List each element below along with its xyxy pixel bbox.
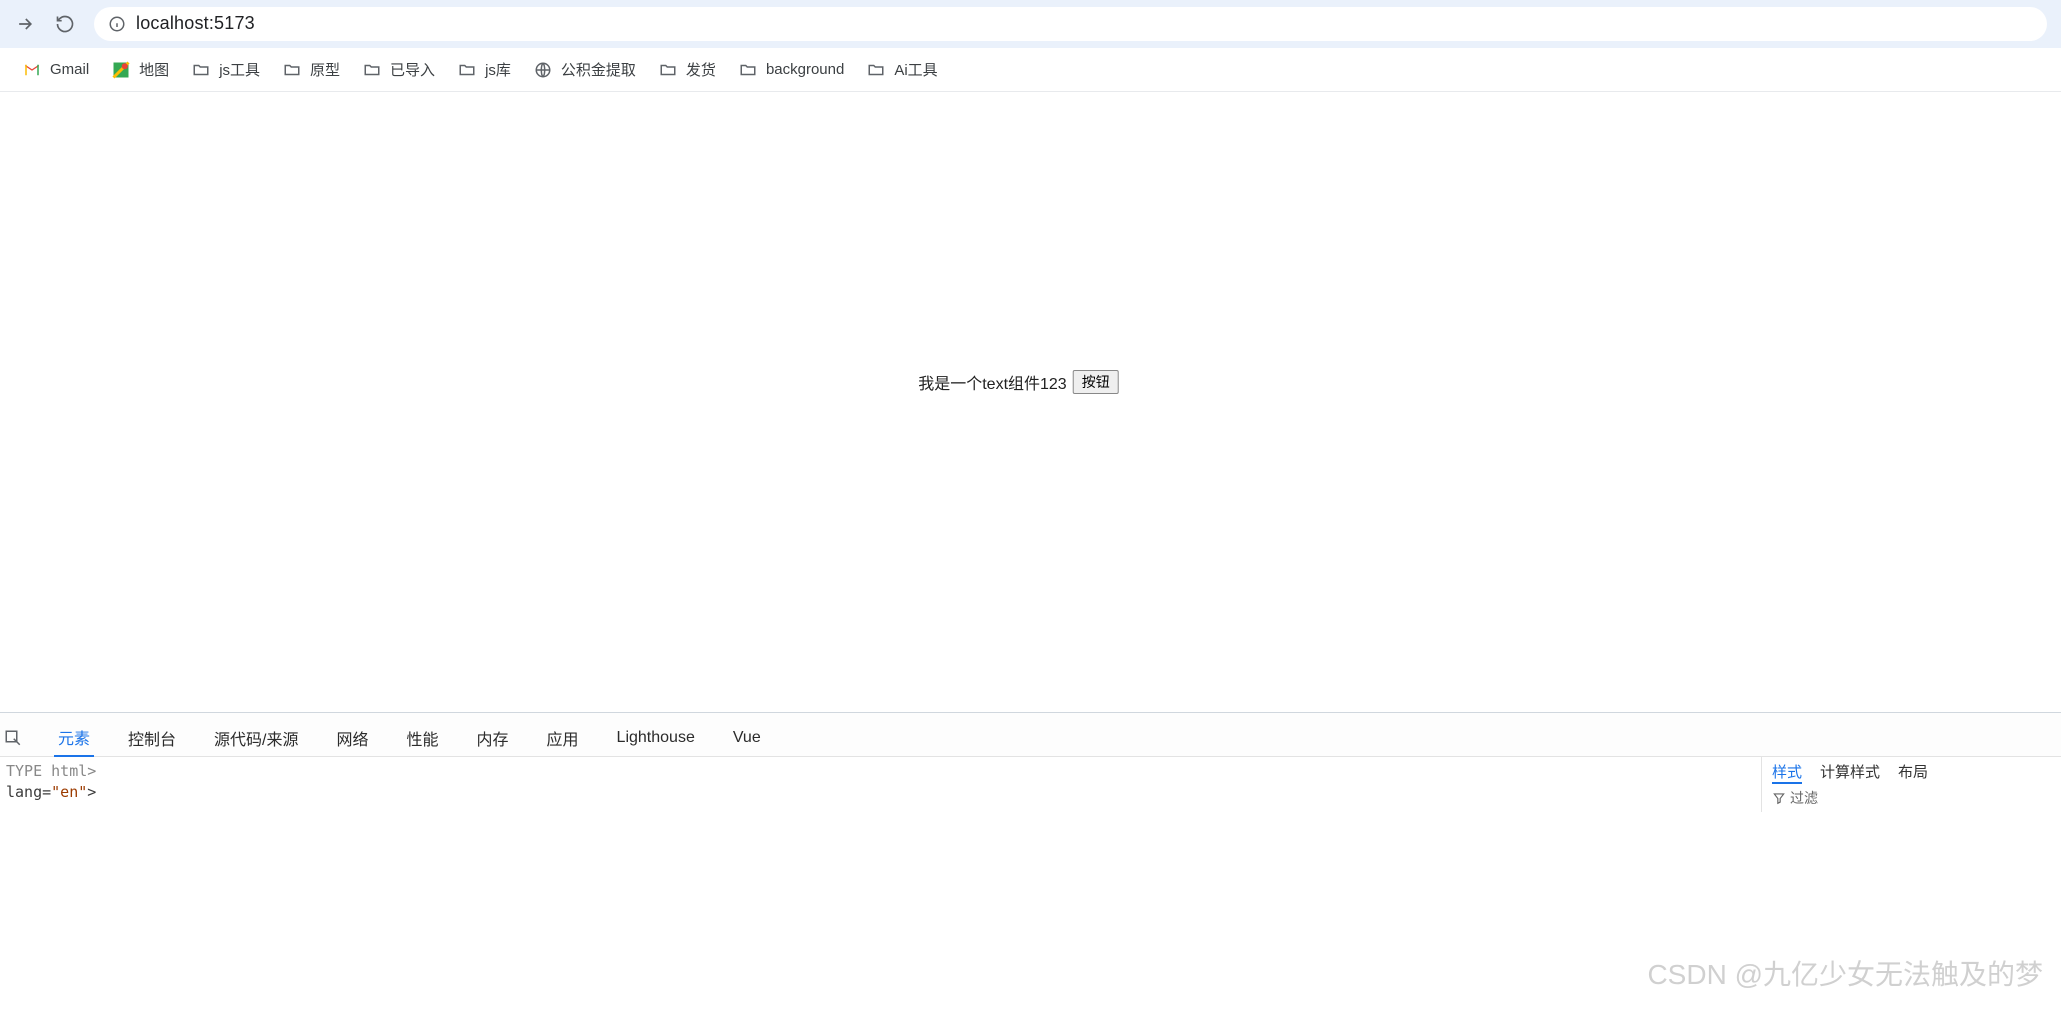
text-component: 我是一个text组件123: [918, 370, 1067, 394]
browser-nav-bar: localhost:5173: [0, 0, 2061, 48]
folder-icon: [191, 60, 211, 80]
styles-tab-styles[interactable]: 样式: [1772, 761, 1802, 784]
bookmark-shipping[interactable]: 发货: [658, 59, 716, 80]
bookmark-ai-tools[interactable]: Ai工具: [866, 59, 937, 80]
styles-tab-layout[interactable]: 布局: [1898, 761, 1928, 784]
devtools-tabs: 元素 控制台 源代码/来源 网络 性能 内存 应用 Lighthouse Vue: [0, 712, 2061, 756]
folder-icon: [457, 60, 477, 80]
tab-lighthouse[interactable]: Lighthouse: [613, 723, 699, 753]
bookmark-label: Gmail: [50, 61, 89, 78]
bookmark-label: 发货: [686, 59, 716, 80]
bookmark-gmail[interactable]: Gmail: [22, 60, 89, 80]
tab-sources[interactable]: 源代码/来源: [210, 720, 302, 756]
bookmark-label: Ai工具: [894, 59, 937, 80]
filter-icon: [1772, 791, 1786, 805]
watermark: CSDN @九亿少女无法触及的梦: [1647, 953, 2043, 993]
styles-pane: 样式 计算样式 布局 过滤: [1761, 757, 2061, 812]
forward-icon[interactable]: [14, 13, 36, 35]
gmail-icon: [22, 60, 42, 80]
bookmark-label: js库: [485, 59, 511, 80]
source-pane[interactable]: TYPE html> lang="en">: [0, 757, 1761, 812]
bookmark-label: 原型: [310, 59, 340, 80]
bookmark-background[interactable]: background: [738, 60, 844, 80]
tab-vue[interactable]: Vue: [729, 723, 765, 753]
folder-icon: [658, 60, 678, 80]
page-viewport: 我是一个text组件123 按钮: [0, 92, 2061, 712]
bookmark-maps[interactable]: 地图: [111, 59, 169, 80]
source-line: lang="en">: [6, 782, 1755, 803]
bookmark-js-tools[interactable]: js工具: [191, 59, 260, 80]
styles-tabs: 样式 计算样式 布局: [1762, 757, 2061, 788]
tab-console[interactable]: 控制台: [124, 720, 180, 756]
folder-icon: [362, 60, 382, 80]
bookmark-imported[interactable]: 已导入: [362, 59, 435, 80]
folder-icon: [866, 60, 886, 80]
tab-elements[interactable]: 元素: [54, 719, 94, 757]
content-row: 我是一个text组件123 按钮: [918, 370, 1119, 394]
bookmark-label: 地图: [139, 59, 169, 80]
tab-memory[interactable]: 内存: [473, 720, 513, 756]
styles-filter[interactable]: 过滤: [1762, 788, 2061, 808]
bookmark-prototype[interactable]: 原型: [282, 59, 340, 80]
bookmark-js-libs[interactable]: js库: [457, 59, 511, 80]
tab-network[interactable]: 网络: [332, 720, 372, 756]
tab-performance[interactable]: 性能: [403, 720, 443, 756]
bookmark-label: background: [766, 61, 844, 78]
bookmark-gongjijin[interactable]: 公积金提取: [533, 59, 636, 80]
globe-icon: [533, 60, 553, 80]
tab-application[interactable]: 应用: [543, 720, 583, 756]
folder-icon: [738, 60, 758, 80]
reload-icon[interactable]: [54, 13, 76, 35]
maps-icon: [111, 60, 131, 80]
site-info-icon[interactable]: [108, 15, 126, 33]
source-line: TYPE html>: [6, 761, 1755, 782]
bookmark-label: js工具: [219, 59, 260, 80]
folder-icon: [282, 60, 302, 80]
address-bar[interactable]: localhost:5173: [94, 7, 2047, 41]
filter-label: 过滤: [1790, 788, 1818, 808]
bookmark-label: 公积金提取: [561, 59, 636, 80]
demo-button[interactable]: 按钮: [1073, 370, 1119, 394]
devtools-body: TYPE html> lang="en"> 样式 计算样式 布局 过滤: [0, 756, 2061, 812]
styles-tab-computed[interactable]: 计算样式: [1820, 761, 1880, 784]
bookmark-label: 已导入: [390, 59, 435, 80]
bookmarks-bar: Gmail 地图 js工具 原型 已导入 js库 公积金提取 发货 backgr…: [0, 48, 2061, 92]
address-text: localhost:5173: [136, 13, 255, 34]
inspect-icon[interactable]: [4, 729, 24, 747]
